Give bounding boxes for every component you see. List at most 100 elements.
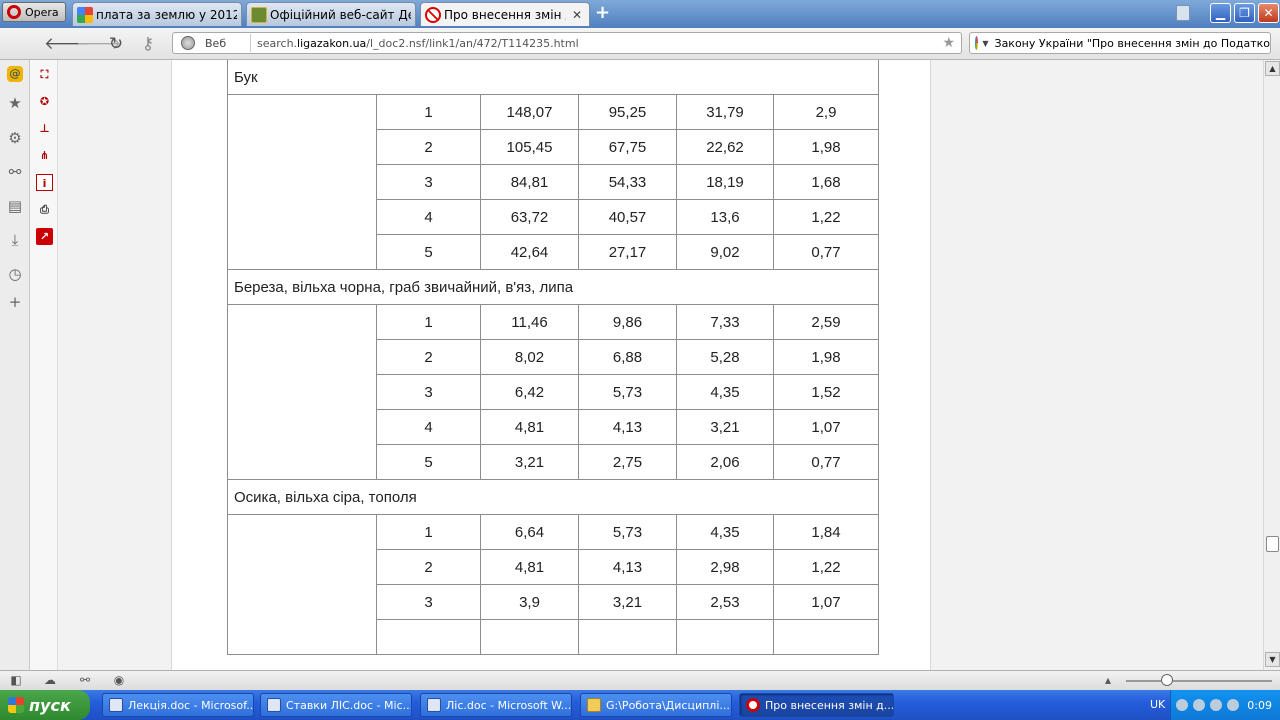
gear-icon[interactable]: ⚙ [7, 130, 23, 146]
downloads-icon[interactable]: ⤓ [7, 232, 23, 248]
rate-cell: 3,21 [578, 584, 677, 620]
back-icon[interactable]: 🡐 [44, 34, 90, 54]
rate-cell: 4,81 [480, 549, 579, 585]
google-icon [77, 6, 93, 23]
vertical-scrollbar[interactable]: ▲ ▼ [1263, 60, 1280, 670]
tab-2[interactable]: Офіційний веб-сайт Де... [246, 2, 416, 26]
taskbar-item[interactable]: Ліс.doc - Microsoft W... [420, 693, 572, 717]
rate-cell: 5,73 [578, 514, 677, 550]
address-url[interactable]: search.ligazakon.ua/l_doc2.nsf/link1/an/… [257, 37, 942, 50]
notes-icon[interactable]: ▤ [7, 198, 23, 214]
panel-toggle-icon[interactable]: ◧ [8, 673, 24, 688]
tab-title: плата за землю у 2012 ... [96, 7, 237, 22]
taskbar-item-label: Ліс.doc - Microsoft W... [446, 698, 572, 712]
key-icon[interactable]: ⚷ [138, 34, 158, 54]
unite-status-icon[interactable]: ⚯ [77, 673, 93, 688]
bookmark-star-icon[interactable]: ★ [942, 35, 955, 51]
scroll-down-icon[interactable]: ▼ [1265, 652, 1280, 667]
class-cell: 5 [376, 234, 481, 270]
cloud-icon[interactable]: ☁ [42, 673, 58, 688]
hierarchy-icon[interactable]: ⋔ [36, 147, 53, 164]
info-icon[interactable]: i [36, 174, 53, 191]
tab-1[interactable]: плата за землю у 2012 ... [72, 2, 242, 26]
bookmarks-star-icon[interactable]: ★ [7, 95, 23, 111]
scroll-up-icon[interactable]: ▲ [1265, 61, 1280, 76]
security-icon[interactable] [1227, 699, 1239, 711]
language-indicator[interactable]: UK [1150, 698, 1165, 711]
tray-arrow-icon[interactable] [1176, 699, 1188, 711]
title-bar: Opera плата за землю у 2012 ... Офіційни… [0, 0, 1280, 28]
search-field[interactable]: ▼ Закону України "Про внесення змін до П… [969, 32, 1271, 54]
zoom-arrow-icon[interactable]: ▴ [1100, 673, 1116, 688]
print-icon[interactable]: ⎙ [36, 201, 53, 218]
zoom-slider-knob[interactable] [1161, 674, 1173, 686]
table-row: 1 6,64 5,73 4,35 1,84 [227, 514, 879, 655]
group-label: Осика, вільха сіра, тополя [227, 479, 879, 515]
volume-icon[interactable] [1210, 699, 1222, 711]
forward-icon[interactable]: 🡒 [76, 34, 122, 54]
rate-cell: 31,79 [676, 94, 774, 130]
rate-cell: 9,86 [578, 304, 677, 340]
speed-dial-icon[interactable]: ◉ [111, 673, 127, 688]
taskbar-item[interactable]: Лекція.doc - Microsof... [102, 693, 254, 717]
rate-cell: 1,84 [773, 514, 879, 550]
group-header-row: Бук [227, 60, 879, 95]
taskbar-item[interactable]: G:\Робота\Дисциплі... [580, 693, 732, 717]
chevron-down-icon[interactable]: ▼ [982, 39, 988, 48]
tab-close-icon[interactable]: ✕ [569, 8, 585, 22]
rate-cell: 4,13 [578, 409, 677, 445]
emblem-icon [251, 6, 267, 23]
class-cell [376, 619, 481, 655]
add-panel-icon[interactable]: + [7, 294, 23, 310]
class-cell: 1 [376, 514, 481, 550]
rate-cell: 5,28 [676, 339, 774, 375]
trash-icon[interactable] [1176, 5, 1190, 21]
tab-title: Офіційний веб-сайт Де... [270, 7, 411, 22]
rate-cell: 1,22 [773, 199, 879, 235]
tree-icon[interactable]: ⊥ [36, 120, 53, 137]
rate-cell: 6,64 [480, 514, 579, 550]
rate-cell: 2,98 [676, 549, 774, 585]
class-cell: 5 [376, 444, 481, 480]
group-label: Береза, вільха чорна, граб звичайний, в'… [227, 269, 879, 305]
rate-cell: 3,21 [480, 444, 579, 480]
tab-3-active[interactable]: Про внесення змін до П... ✕ [420, 2, 590, 26]
fit-page-icon[interactable]: ⛶ [36, 66, 53, 83]
rate-cell: 2,75 [578, 444, 677, 480]
start-button[interactable]: пуск [0, 690, 90, 720]
network-icon[interactable] [1193, 699, 1205, 711]
rate-cell: 4,35 [676, 374, 774, 410]
mail-icon[interactable]: @ [7, 66, 23, 82]
close-window-button[interactable]: ✕ [1258, 3, 1279, 23]
group-header-row: Береза, вільха чорна, граб звичайний, в'… [227, 269, 879, 305]
minimize-button[interactable]: ▁ [1210, 3, 1231, 23]
history-clock-icon[interactable]: ◷ [7, 266, 23, 282]
rate-cell: 3,9 [480, 584, 579, 620]
taskbar-item[interactable]: Ставки ЛІС.doc - Mic... [260, 693, 412, 717]
rates-table: 521,7818,89,471,07Бук1148,0795,2531,792,… [227, 60, 879, 655]
taskbar-item-label: Про внесення змін д... [765, 698, 894, 712]
unite-icon[interactable]: ⚯ [7, 164, 23, 180]
address-separator [250, 34, 251, 52]
taskbar-item-active[interactable]: Про внесення змін д... [739, 693, 894, 717]
windows-logo-icon [8, 697, 24, 713]
scroll-thumb[interactable] [1266, 536, 1279, 552]
class-cell: 3 [376, 164, 481, 200]
reload-icon[interactable]: ↻ [106, 34, 126, 54]
restore-button[interactable]: ❐ [1234, 3, 1255, 23]
rate-cell: 4,81 [480, 409, 579, 445]
rate-cell: 4,13 [578, 549, 677, 585]
zoom-slider[interactable] [1126, 680, 1272, 682]
rate-cell: 95,25 [578, 94, 677, 130]
rate-cell: 105,45 [480, 129, 579, 165]
class-cell: 2 [376, 129, 481, 165]
new-tab-button[interactable]: + [595, 4, 610, 22]
address-bar[interactable]: Веб search.ligazakon.ua/l_doc2.nsf/link1… [172, 32, 962, 54]
opera-menu-button[interactable]: Opera [2, 2, 66, 22]
class-cell: 1 [376, 304, 481, 340]
document-page: 521,7818,89,471,07Бук1148,0795,2531,792,… [171, 60, 931, 670]
export-icon[interactable]: ↗ [36, 228, 53, 245]
award-icon[interactable]: ✪ [36, 93, 53, 110]
blocked-icon [425, 6, 441, 23]
word-icon [427, 698, 441, 712]
